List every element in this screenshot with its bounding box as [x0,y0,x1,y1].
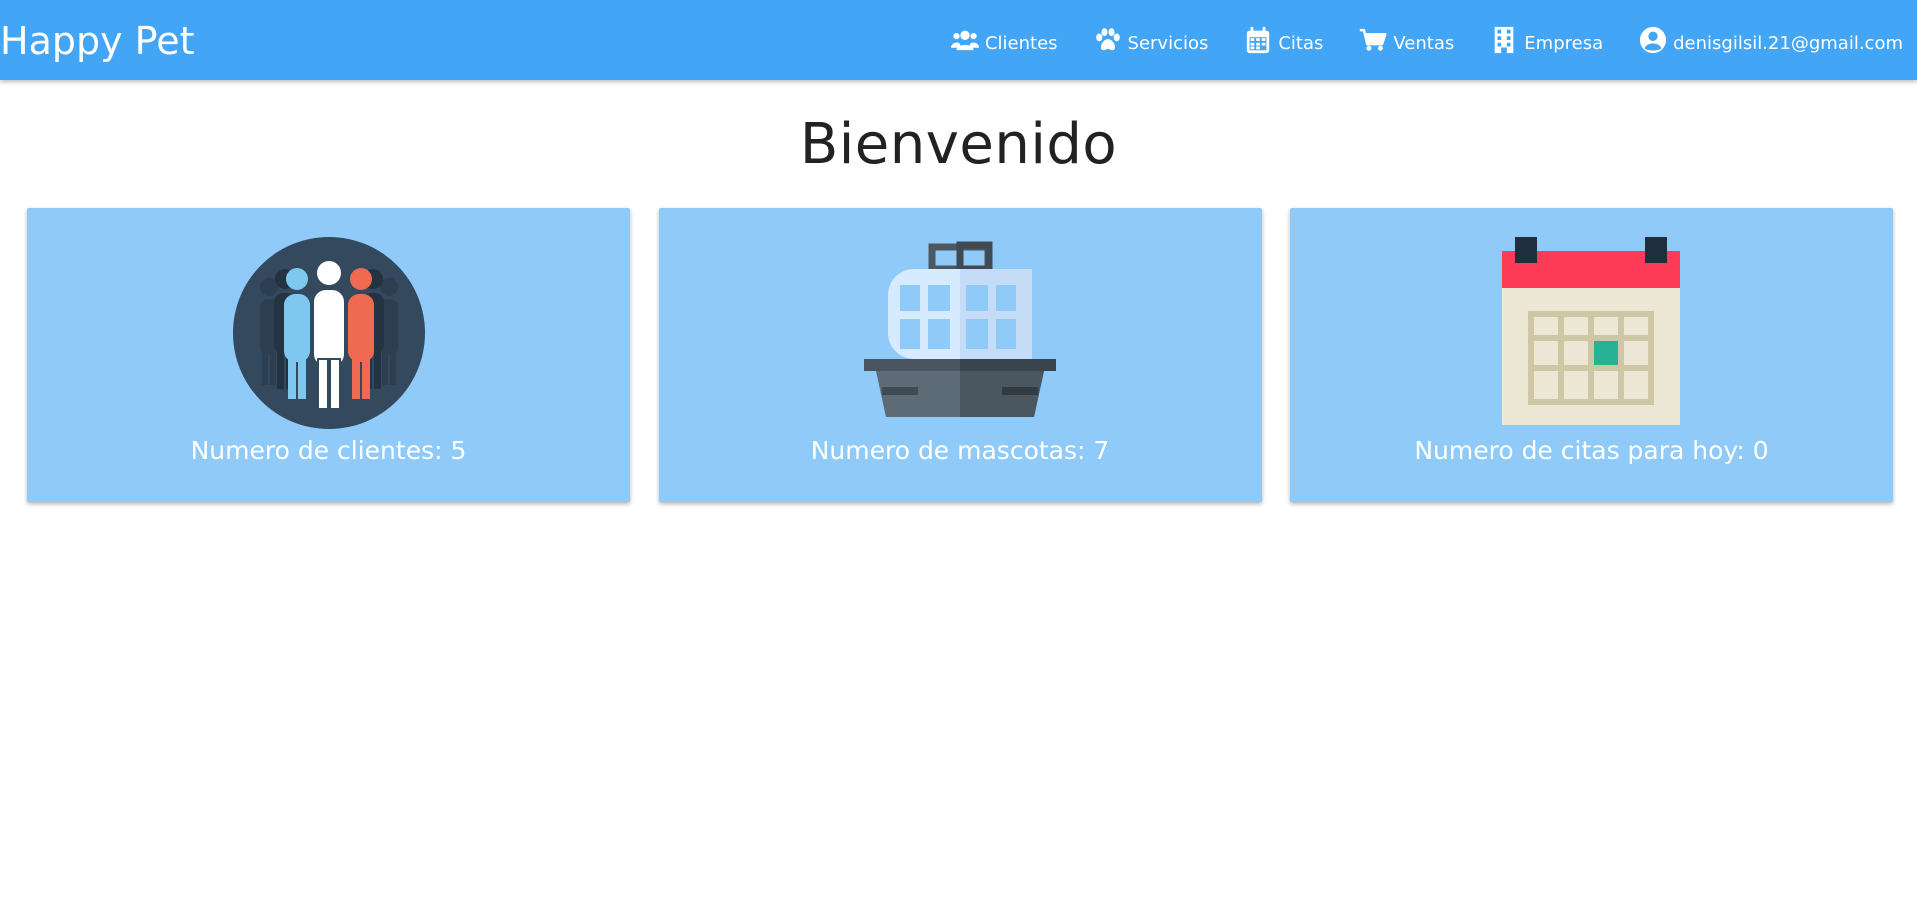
page-title: Bienvenido [799,112,1118,177]
card-appointments[interactable]: Numero de citas para hoy: 0 [1290,208,1893,502]
cart-icon [1360,28,1387,51]
nav-empresa[interactable]: Empresa [1490,0,1603,80]
card-pets[interactable]: Numero de mascotas: 7 [658,208,1262,502]
calendar-icon [1247,26,1270,54]
nav-servicios[interactable]: Servicios [1094,0,1209,80]
summary-cards: Numero de clientes: 5 Numero de mascotas… [27,208,1893,502]
nav-ventas[interactable]: Ventas [1359,0,1454,80]
nav-citas[interactable]: Citas [1244,0,1323,80]
people-group-icon [232,237,425,429]
nav-ventas-label: Ventas [1393,32,1455,54]
building-icon [1494,26,1514,54]
pet-carrier-icon [864,241,1056,417]
nav-user-account[interactable]: denisgilsil.21@gmail.com [1639,0,1903,80]
card-appointments-caption: Numero de citas para hoy: 0 [1414,436,1769,465]
user-circle-icon [1640,26,1667,54]
main-nav: Clientes Servicios Citas Ventas Empresa … [950,0,1917,80]
top-navbar: Happy Pet Clientes Servicios Citas Venta… [0,0,1917,80]
nav-user-email: denisgilsil.21@gmail.com [1673,32,1903,54]
calendar-illustration-icon [1501,237,1680,425]
card-clients-caption: Numero de clientes: 5 [190,436,467,465]
nav-empresa-label: Empresa [1524,32,1604,54]
card-pets-caption: Numero de mascotas: 7 [810,436,1110,465]
nav-servicios-label: Servicios [1127,32,1209,54]
brand-logo-text[interactable]: Happy Pet [0,19,195,63]
nav-citas-label: Citas [1278,32,1324,54]
paw-icon [1095,28,1120,51]
users-icon [950,30,979,51]
nav-clientes[interactable]: Clientes [950,0,1058,80]
card-clients[interactable]: Numero de clientes: 5 [27,208,630,502]
nav-clientes-label: Clientes [984,32,1058,54]
